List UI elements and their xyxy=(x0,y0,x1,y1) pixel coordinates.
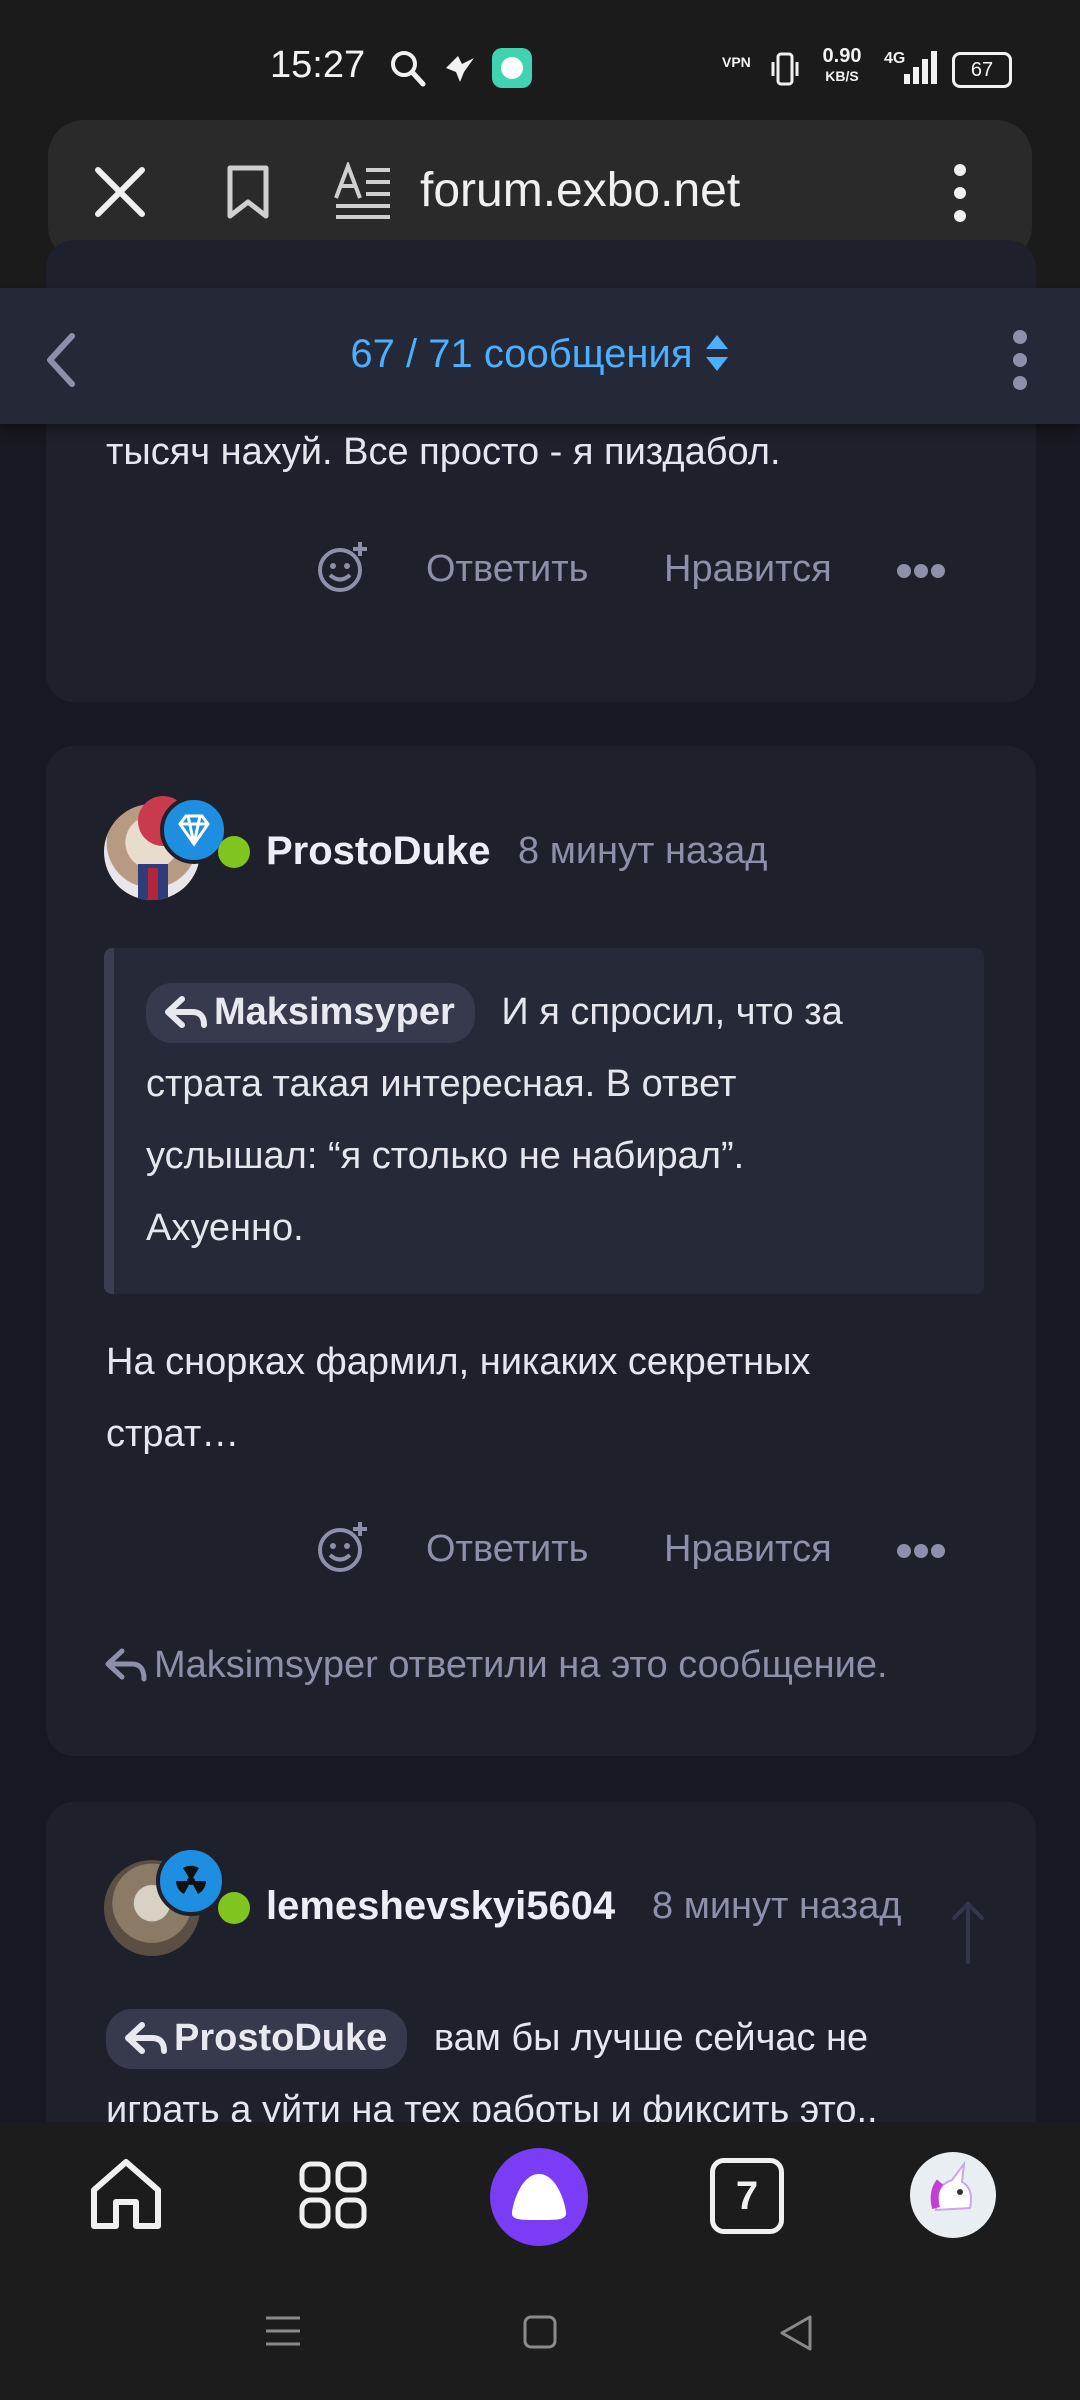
add-reaction-icon[interactable] xyxy=(316,540,372,596)
add-reaction-icon[interactable] xyxy=(316,1520,372,1576)
signal-icon xyxy=(904,51,937,84)
battery-indicator: 67 xyxy=(952,52,1012,88)
mention-name: Maksimsyper xyxy=(214,991,455,1033)
vpn-indicator: VPN xyxy=(722,54,751,70)
username[interactable]: ProstoDuke xyxy=(266,829,491,874)
system-menu-icon[interactable] xyxy=(264,2314,302,2348)
radiation-badge-icon xyxy=(156,1846,226,1916)
mention-name: ProstoDuke xyxy=(174,2017,388,2059)
reader-mode-icon[interactable] xyxy=(332,162,392,220)
post-text-line: вам бы лучше сейчас не xyxy=(433,2017,869,2059)
reply-arrow-icon xyxy=(105,1648,147,1682)
browser-menu-icon[interactable] xyxy=(948,160,972,226)
bookmark-icon[interactable] xyxy=(224,164,272,220)
quote-line: И я спросил, что за xyxy=(501,991,843,1033)
reply-button[interactable]: Ответить xyxy=(426,1528,588,1571)
replies-text: Maksimsyper ответили на это сообщение. xyxy=(154,1644,888,1686)
like-button[interactable]: Нравится xyxy=(664,548,832,591)
close-icon[interactable] xyxy=(94,166,146,218)
post-text-line: На снорках фармил, никаких секретных xyxy=(106,1341,811,1383)
alice-assistant-button[interactable] xyxy=(490,2148,588,2246)
post-counter[interactable]: 67 / 71 сообщения xyxy=(0,332,1080,377)
net-speed-unit: KB/S xyxy=(825,68,859,84)
thread-menu-icon[interactable] xyxy=(1008,328,1032,392)
post-time[interactable]: 8 минут назад xyxy=(518,830,767,873)
system-home-icon[interactable] xyxy=(522,2314,558,2350)
reply-arrow-icon xyxy=(125,2022,167,2054)
post-text-line: страт… xyxy=(106,1413,240,1455)
home-icon[interactable] xyxy=(88,2156,164,2232)
app-notification-icon xyxy=(492,48,532,88)
net-speed: 0.90 KB/S xyxy=(814,46,870,86)
status-time: 15:27 xyxy=(270,44,366,86)
like-button[interactable]: Нравится xyxy=(664,1528,832,1571)
system-back-icon[interactable] xyxy=(778,2314,814,2352)
quote-text: Maksimsyper И я спросил, что за страта т… xyxy=(146,976,966,1264)
more-icon[interactable] xyxy=(896,1540,946,1562)
alice-icon xyxy=(511,2174,567,2220)
post-counter-label: 67 / 71 сообщения xyxy=(350,332,693,376)
post-text: тысяч нахуй. Все просто - я пиздабол. xyxy=(106,431,781,473)
unicorn-icon xyxy=(930,2160,972,2212)
reply-button[interactable]: Ответить xyxy=(426,548,588,591)
quote-line: страта такая интересная. В ответ xyxy=(146,1063,737,1105)
mention-chip[interactable]: ProstoDuke xyxy=(106,2009,408,2069)
profile-avatar[interactable] xyxy=(910,2152,996,2238)
post-time[interactable]: 8 минут назад xyxy=(652,1885,901,1928)
quote-line: услышал: “я столько не набирал”. xyxy=(146,1135,745,1177)
mention-chip[interactable]: Maksimsyper xyxy=(146,983,475,1043)
more-icon[interactable] xyxy=(896,560,946,582)
net-speed-value: 0.90 xyxy=(822,45,862,67)
quote-line: Ахуенно. xyxy=(146,1207,304,1249)
post-text: На снорках фармил, никаких секретных стр… xyxy=(106,1326,810,1470)
sort-arrows-icon xyxy=(705,335,728,371)
replies-link[interactable]: Maksimsyper ответили на это сообщение. xyxy=(104,1644,888,1687)
username[interactable]: lemeshevskyi5604 xyxy=(266,1884,615,1929)
url-text[interactable]: forum.exbo.net xyxy=(420,163,740,218)
reply-arrow-icon xyxy=(165,996,207,1028)
online-indicator xyxy=(218,1892,250,1924)
services-grid-icon[interactable] xyxy=(298,2160,368,2230)
bird-icon xyxy=(446,56,474,82)
online-indicator xyxy=(218,836,250,868)
search-icon xyxy=(391,51,426,87)
scroll-to-top-icon[interactable] xyxy=(948,1900,988,1966)
vibrate-icon xyxy=(771,52,799,86)
tabs-count-button[interactable]: 7 xyxy=(710,2158,784,2234)
